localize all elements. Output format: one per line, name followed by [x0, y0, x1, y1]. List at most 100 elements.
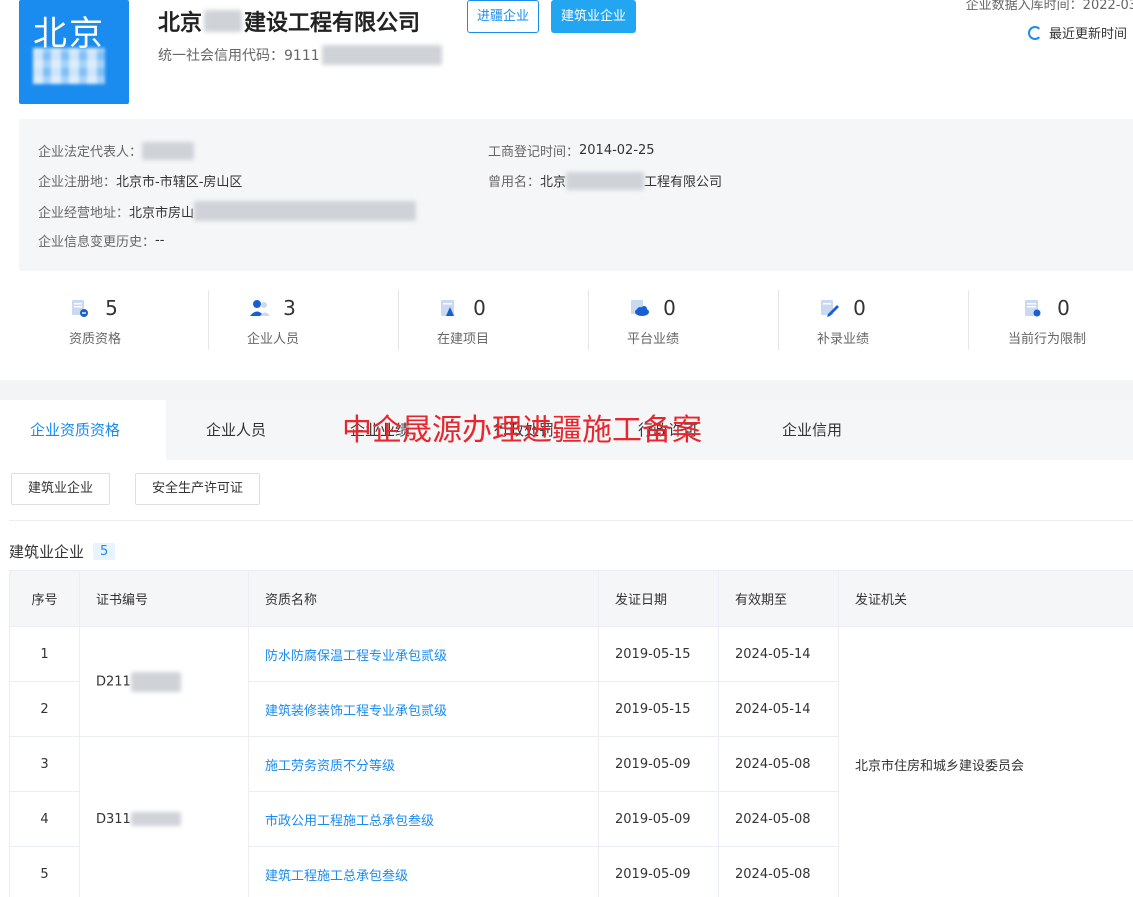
refresh-label: 最近更新时间	[1049, 27, 1128, 42]
qualification-table: 序号 证书编号 资质名称 发证日期 有效期至 发证机关 1 D211 防水防腐保…	[9, 570, 1133, 897]
subtab-safety-license[interactable]: 安全生产许可证	[135, 473, 261, 505]
qualification-link[interactable]: 建筑工程施工总承包叁级	[248, 846, 599, 897]
section-spacer	[0, 380, 1133, 400]
change-history: 企业信息变更历史： --	[38, 231, 164, 250]
legal-representative: 企业法定代表人：	[38, 141, 195, 160]
cert-number-text: D311	[96, 811, 131, 827]
expiry-date: 2024-05-14	[718, 681, 839, 737]
redacted-text	[321, 45, 442, 65]
change-history-value: --	[155, 233, 165, 248]
issue-date: 2019-05-09	[598, 846, 719, 897]
expiry-date: 2024-05-08	[718, 736, 839, 792]
expiry-date: 2024-05-08	[718, 791, 839, 847]
stat-num: 0	[853, 296, 866, 320]
tab-qualifications[interactable]: 企业资质资格	[0, 400, 166, 460]
row-index: 2	[9, 681, 80, 737]
row-index: 4	[9, 791, 80, 847]
issue-date: 2019-05-15	[598, 681, 719, 737]
table-header-row: 序号 证书编号 资质名称 发证日期 有效期至 发证机关	[9, 570, 1133, 627]
tab-credit[interactable]: 企业信用	[782, 400, 842, 460]
expiry-date: 2024-05-08	[718, 846, 839, 897]
credit-code: 统一社会信用代码：9111	[158, 45, 442, 65]
stat-personnel[interactable]: 3 企业人员	[178, 290, 368, 352]
row-index: 5	[9, 846, 80, 897]
col-header-issue-date: 发证日期	[598, 570, 719, 627]
divider	[9, 520, 1133, 521]
former-name-prefix: 北京	[540, 175, 567, 190]
former-name-suffix: 工程有限公司	[644, 175, 723, 190]
company-name: 北京 建设工程有限公司	[158, 5, 420, 37]
tag-xinjiang-enterprise[interactable]: 进疆企业	[467, 0, 540, 33]
change-history-label: 企业信息变更历史：	[38, 235, 156, 250]
stat-projects[interactable]: 0 在建项目	[368, 290, 558, 352]
stat-qualifications[interactable]: 5 资质资格	[0, 290, 190, 352]
redacted-text	[130, 671, 181, 692]
building-icon	[440, 299, 456, 317]
count-badge: 5	[93, 543, 116, 560]
issue-date: 2019-05-09	[598, 791, 719, 847]
table-row: 1 D211 防水防腐保温工程专业承包贰级 2019-05-15 2024-05…	[9, 626, 1133, 897]
stat-behavior-restrictions[interactable]: 0 当前行为限制	[952, 290, 1133, 352]
credit-code-label: 统一社会信用代码：9111	[158, 48, 320, 64]
address-label: 企业经营地址：	[38, 205, 130, 221]
redacted-text	[142, 141, 195, 160]
refresh-button[interactable]: 最近更新时间	[1028, 23, 1127, 42]
row-index: 1	[9, 626, 80, 682]
redacted-text	[130, 812, 181, 826]
qualification-link[interactable]: 防水防腐保温工程专业承包贰级	[248, 626, 599, 682]
redacted-text	[194, 201, 417, 221]
redacted-text	[566, 171, 645, 190]
qualification-link[interactable]: 市政公用工程施工总承包叁级	[248, 791, 599, 847]
company-name-prefix: 北京	[158, 11, 203, 36]
reg-time-value: 2014-02-25	[579, 143, 655, 158]
stat-num: 3	[283, 296, 296, 320]
stat-num: 0	[473, 296, 486, 320]
section-title-text: 建筑业企业	[9, 543, 85, 561]
stat-label: 资质资格	[68, 332, 121, 347]
former-name: 曾用名： 北京 工程有限公司	[488, 171, 722, 190]
stat-label: 当前行为限制	[1007, 332, 1086, 347]
col-header-authority: 发证机关	[838, 570, 1133, 627]
issuing-authority: 北京市住房和城乡建设委员会	[838, 626, 1133, 897]
registration-place: 企业注册地： 北京市-市辖区-房山区	[38, 171, 242, 190]
stat-label: 平台业绩	[626, 332, 679, 347]
redacted-text	[204, 10, 243, 32]
restriction-icon	[1024, 299, 1041, 317]
reg-place-value: 北京市-市辖区-房山区	[116, 175, 243, 190]
stats-bar: 5 资质资格 3 企业人员 0 在建项目 0 平台业绩 0 补录业绩 0 当前行…	[0, 290, 1133, 352]
subtab-construction-enterprise[interactable]: 建筑业企业	[11, 473, 111, 505]
cert-number: D211	[79, 626, 249, 737]
certificate-icon	[72, 299, 89, 317]
stat-num: 5	[105, 296, 118, 320]
cert-number: D311	[79, 736, 249, 897]
tag-construction-enterprise[interactable]: 建筑业企业	[551, 0, 637, 33]
cert-number-text: D211	[96, 674, 131, 689]
col-header-index: 序号	[9, 570, 80, 627]
refresh-icon	[1028, 25, 1042, 40]
stat-label: 在建项目	[436, 332, 489, 347]
former-name-label: 曾用名：	[488, 175, 541, 190]
col-header-cert-no: 证书编号	[79, 570, 249, 627]
stat-label: 补录业绩	[816, 332, 869, 347]
registration-time: 工商登记时间： 2014-02-25	[488, 141, 655, 160]
qualification-link[interactable]: 施工劳务资质不分等级	[248, 736, 599, 792]
people-icon	[250, 299, 271, 317]
expiry-date: 2024-05-14	[718, 626, 839, 682]
company-name-suffix: 建设工程有限公司	[244, 11, 421, 36]
stat-num: 0	[663, 296, 676, 320]
reg-time-label: 工商登记时间：	[488, 145, 580, 160]
col-header-qualification: 资质名称	[248, 570, 599, 627]
stat-label: 企业人员	[246, 332, 299, 347]
qualification-link[interactable]: 建筑装修装饰工程专业承包贰级	[248, 681, 599, 737]
tab-personnel[interactable]: 企业人员	[206, 400, 266, 460]
address-value: 北京市房山	[129, 205, 195, 221]
section-title: 建筑业企业 5	[9, 541, 116, 562]
legal-rep-label: 企业法定代表人：	[38, 145, 143, 160]
reg-place-label: 企业注册地：	[38, 175, 117, 190]
row-index: 3	[9, 736, 80, 792]
stat-supplementary-performance[interactable]: 0 补录业绩	[748, 290, 938, 352]
watermark-overlay: 中企晟源办理进疆施工备案	[342, 413, 702, 448]
stat-platform-performance[interactable]: 0 平台业绩	[558, 290, 748, 352]
business-address: 企业经营地址： 北京市房山	[38, 201, 417, 221]
import-time: 企业数据入库时间：2022-03	[965, 0, 1133, 13]
